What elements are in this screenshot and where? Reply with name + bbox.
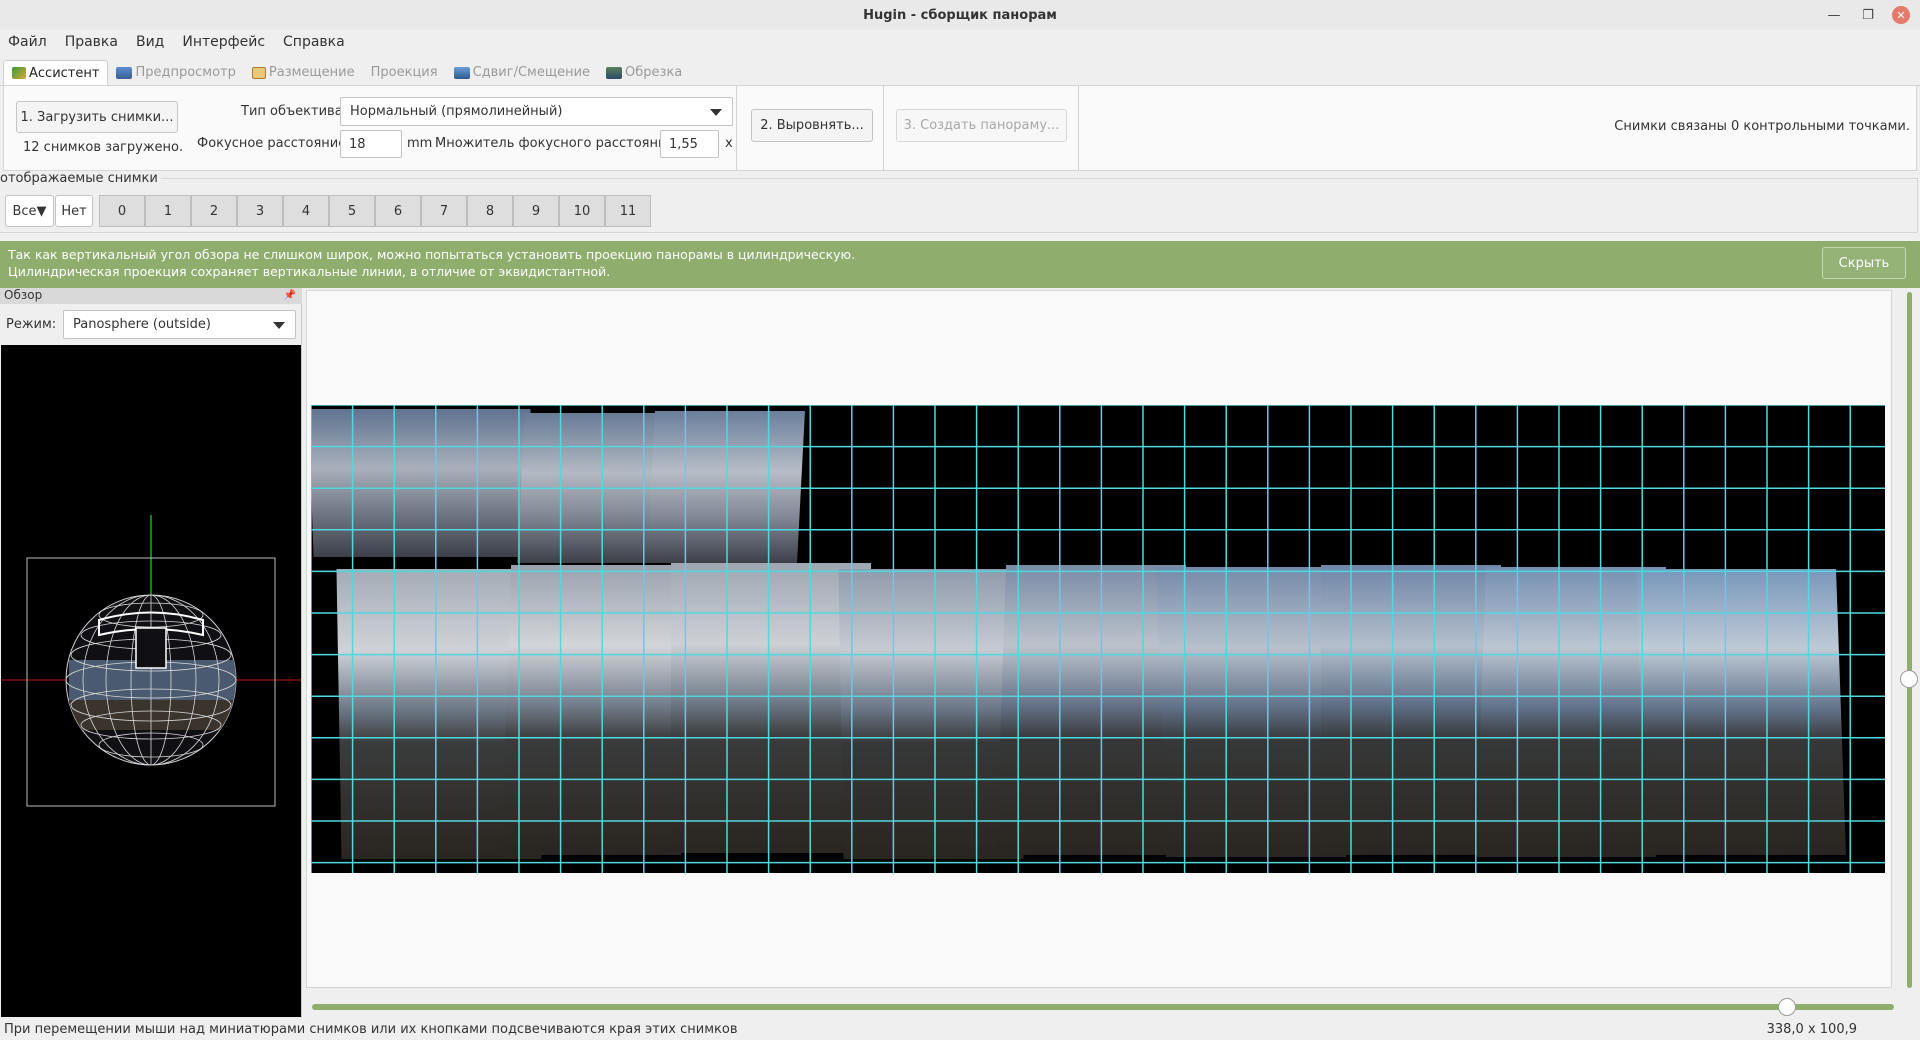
layout-icon	[251, 66, 266, 79]
align-button[interactable]: 2. Выровнять...	[751, 109, 873, 142]
image-toggle-4[interactable]: 4	[283, 195, 329, 227]
tab-label: Обрезка	[625, 65, 683, 80]
status-message: При перемещении мыши над миниатюрами сни…	[4, 1022, 738, 1037]
status-coords: 338,0 x 100,9	[1766, 1022, 1857, 1037]
overview-mode-label: Режим:	[6, 317, 57, 332]
overview-mode-select[interactable]: Panosphere (outside)	[63, 310, 296, 339]
loaded-status: 12 снимков загружено.	[23, 140, 184, 155]
tab-layout[interactable]: Размещение	[244, 60, 363, 85]
overview-panel: Обзор 📌 Режим: Panosphere (outside)	[0, 288, 302, 1018]
image-toggle-0[interactable]: 0	[99, 195, 145, 227]
divider	[883, 86, 884, 170]
image-toggle-buttons: 0 1 2 3 4 5 6 7 8 9 10 11	[99, 195, 651, 227]
crop-factor-unit: x	[725, 136, 733, 151]
image-toggle-1[interactable]: 1	[145, 195, 191, 227]
crop-icon	[606, 66, 623, 79]
crop-factor-label: Множитель фокусного расстояния:	[435, 136, 679, 151]
close-icon[interactable]: ✕	[1892, 6, 1910, 24]
maximize-icon[interactable]: ❐	[1858, 5, 1878, 25]
fast-preview-canvas[interactable]	[306, 290, 1892, 988]
select-all-button[interactable]: Все▼	[5, 195, 54, 227]
tab-move-drag[interactable]: Сдвиг/Смещение	[446, 60, 598, 85]
preview-icon	[116, 66, 133, 79]
horizontal-fov-slider[interactable]	[312, 1004, 1894, 1010]
lens-type-value: Нормальный (прямолинейный)	[350, 104, 563, 119]
image-toggle-7[interactable]: 7	[421, 195, 467, 227]
menu-bar: Файл Правка Вид Интерфейс Справка	[0, 30, 1920, 54]
image-toggle-6[interactable]: 6	[375, 195, 421, 227]
window-title: Hugin - сборщик панорам	[863, 7, 1057, 23]
create-panorama-button[interactable]: 3. Создать панораму...	[896, 109, 1067, 142]
menu-view[interactable]: Вид	[136, 34, 164, 50]
chevron-down-icon	[710, 108, 722, 116]
vertical-fov-knob[interactable]	[1900, 670, 1918, 688]
tab-label: Размещение	[268, 65, 355, 80]
tab-label: Ассистент	[29, 65, 100, 81]
info-message-line1: Так как вертикальный угол обзора не слиш…	[8, 247, 856, 262]
menu-file[interactable]: Файл	[8, 34, 47, 50]
tab-label: Сдвиг/Смещение	[472, 65, 591, 80]
vertical-fov-slider[interactable]	[1907, 292, 1912, 988]
image-toggle-11[interactable]: 11	[605, 195, 651, 227]
divider	[1078, 86, 1079, 170]
tab-projection[interactable]: Проекция	[363, 60, 446, 85]
pin-icon[interactable]: 📌	[284, 290, 296, 301]
tab-label: Проекция	[370, 65, 438, 80]
chevron-down-icon	[273, 321, 285, 329]
displayed-images-legend: отображаемые снимки	[0, 171, 161, 186]
wand-icon	[12, 67, 26, 79]
overview-mode-value: Panosphere (outside)	[73, 317, 211, 332]
menu-help[interactable]: Справка	[283, 34, 345, 50]
focal-length-label: Фокусное расстояние:	[197, 136, 351, 151]
select-none-button[interactable]: Нет	[55, 195, 93, 227]
image-toggle-8[interactable]: 8	[467, 195, 513, 227]
assistant-panel: 1. Загрузить снимки... 12 снимков загруж…	[3, 85, 1917, 171]
tab-crop[interactable]: Обрезка	[598, 60, 690, 85]
panosphere-view	[1, 515, 301, 807]
menu-interface[interactable]: Интерфейс	[182, 34, 265, 50]
focal-length-input[interactable]: 18	[340, 130, 402, 158]
preview-grid	[311, 405, 1885, 873]
lens-type-select[interactable]: Нормальный (прямолинейный)	[340, 97, 733, 126]
image-toggle-9[interactable]: 9	[513, 195, 559, 227]
tab-preview[interactable]: Предпросмотр	[108, 60, 243, 85]
image-toggle-2[interactable]: 2	[191, 195, 237, 227]
move-icon	[453, 66, 470, 79]
control-points-status: Снимки связаны 0 контрольными точками.	[1614, 119, 1910, 134]
overview-title: Обзор	[4, 288, 43, 302]
menu-edit[interactable]: Правка	[65, 34, 118, 50]
overview-header: Обзор 📌	[0, 288, 302, 304]
displayed-images-group: отображаемые снимки Все▼ Нет 0 1 2 3 4 5…	[0, 171, 1918, 233]
tab-assistant[interactable]: Ассистент	[3, 60, 109, 85]
horizontal-fov-knob[interactable]	[1778, 998, 1796, 1016]
crop-factor-input[interactable]: 1,55	[660, 130, 719, 158]
title-bar: Hugin - сборщик панорам — ❐ ✕	[0, 0, 1920, 30]
tab-label: Предпросмотр	[135, 65, 236, 80]
info-bar: Так как вертикальный угол обзора не слиш…	[0, 241, 1920, 288]
focal-unit: mm	[407, 136, 433, 151]
image-toggle-5[interactable]: 5	[329, 195, 375, 227]
lens-type-label: Тип объектива:	[241, 104, 348, 119]
load-images-button[interactable]: 1. Загрузить снимки...	[16, 101, 178, 133]
status-bar: При перемещении мыши над миниатюрами сни…	[0, 1020, 1920, 1040]
panorama-preview[interactable]	[311, 405, 1885, 873]
info-message-line2: Цилиндрическая проекция сохраняет вертик…	[8, 264, 611, 279]
overview-canvas[interactable]	[1, 345, 301, 1017]
image-toggle-10[interactable]: 10	[559, 195, 605, 227]
minimize-icon[interactable]: —	[1824, 5, 1844, 25]
tab-bar: Ассистент Предпросмотр Размещение Проекц…	[0, 60, 1920, 86]
divider	[736, 86, 737, 170]
hide-info-button[interactable]: Скрыть	[1822, 247, 1906, 279]
image-toggle-3[interactable]: 3	[237, 195, 283, 227]
